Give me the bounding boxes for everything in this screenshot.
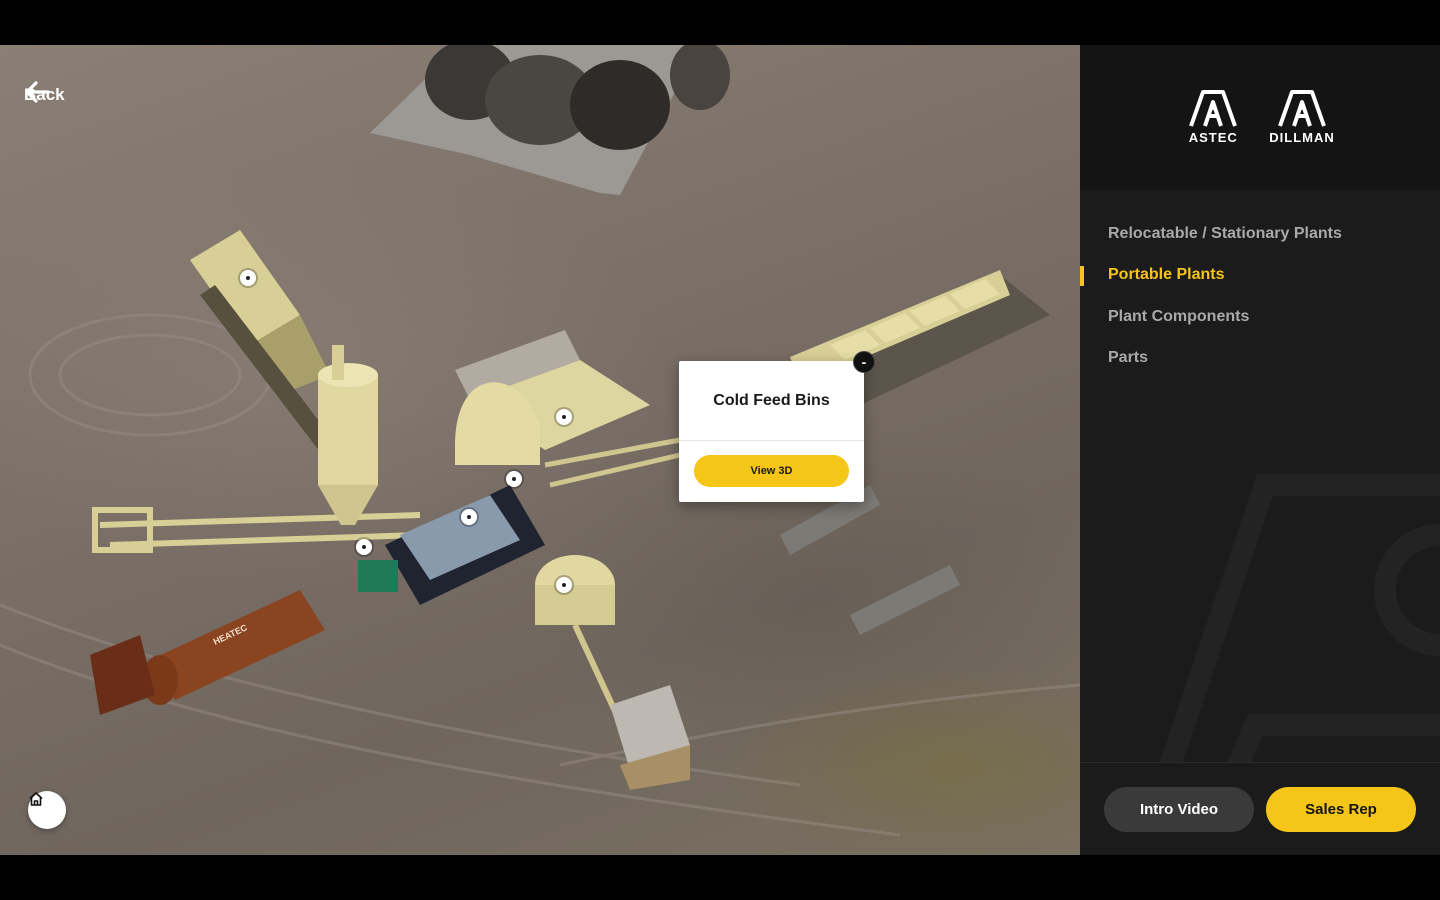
astec-mark-icon [1189, 90, 1238, 127]
brand-header: ASTEC DILLMAN [1080, 45, 1440, 190]
hotspot-drum[interactable] [461, 509, 477, 525]
plant-category-nav: Relocatable / Stationary Plants Portable… [1080, 213, 1440, 379]
hotspot-exhaust[interactable] [506, 471, 522, 487]
hotspot-dot [246, 276, 250, 280]
silo [318, 345, 378, 525]
panel-footer: Intro Video Sales Rep [1080, 762, 1440, 855]
drum-mixer [358, 485, 545, 605]
side-panel: ASTEC DILLMAN Relocatable / Stationary P… [1080, 45, 1440, 855]
home-button[interactable] [28, 791, 66, 829]
dillman-mark-icon [1278, 90, 1326, 127]
home-icon [29, 792, 43, 806]
hotspot-dot [562, 415, 566, 419]
nav-item-parts[interactable]: Parts [1080, 338, 1440, 380]
popup-close-button[interactable]: - [853, 351, 875, 373]
hotspot-silo[interactable] [556, 577, 572, 593]
dillman-wordmark: DILLMAN [1269, 130, 1335, 145]
popup-title: Cold Feed Bins [679, 361, 864, 441]
intro-video-button[interactable]: Intro Video [1104, 787, 1254, 832]
astec-wordmark: ASTEC [1188, 130, 1238, 145]
plant-3d-scene[interactable]: HEATEC Back Cold Feed Bins View 3D - [0, 45, 1080, 855]
minus-icon: - [861, 354, 867, 370]
nav-item-relocatable-stationary[interactable]: Relocatable / Stationary Plants [1080, 213, 1440, 255]
hotspot-dot [467, 515, 471, 519]
plant-illustration: HEATEC [0, 45, 1080, 837]
app-frame: HEATEC Back Cold Feed Bins View 3D - AST… [0, 45, 1440, 855]
hotspot-dot [512, 477, 516, 481]
nav-item-portable-plants[interactable]: Portable Plants [1080, 255, 1440, 297]
view-3d-button[interactable]: View 3D [694, 455, 849, 487]
sales-rep-button[interactable]: Sales Rep [1266, 787, 1416, 832]
dillman-logo: DILLMAN [1269, 90, 1335, 145]
nav-item-plant-components[interactable]: Plant Components [1080, 296, 1440, 338]
hotspot-dot [362, 545, 366, 549]
back-button[interactable]: Back [24, 81, 65, 109]
arrow-left-icon [25, 81, 50, 103]
astec-logo: ASTEC [1185, 90, 1241, 145]
hotspot-feed-bin[interactable] [240, 270, 256, 286]
baghouse [455, 330, 650, 465]
asphalt-tank: HEATEC [90, 590, 325, 715]
hotspot-burner[interactable] [356, 539, 372, 555]
hotspot-baghouse[interactable] [556, 409, 572, 425]
aggregate-bunker [370, 45, 730, 195]
hotspot-dot [562, 583, 566, 587]
component-popup: Cold Feed Bins View 3D [679, 361, 864, 502]
transfer-conveyor [544, 437, 681, 488]
